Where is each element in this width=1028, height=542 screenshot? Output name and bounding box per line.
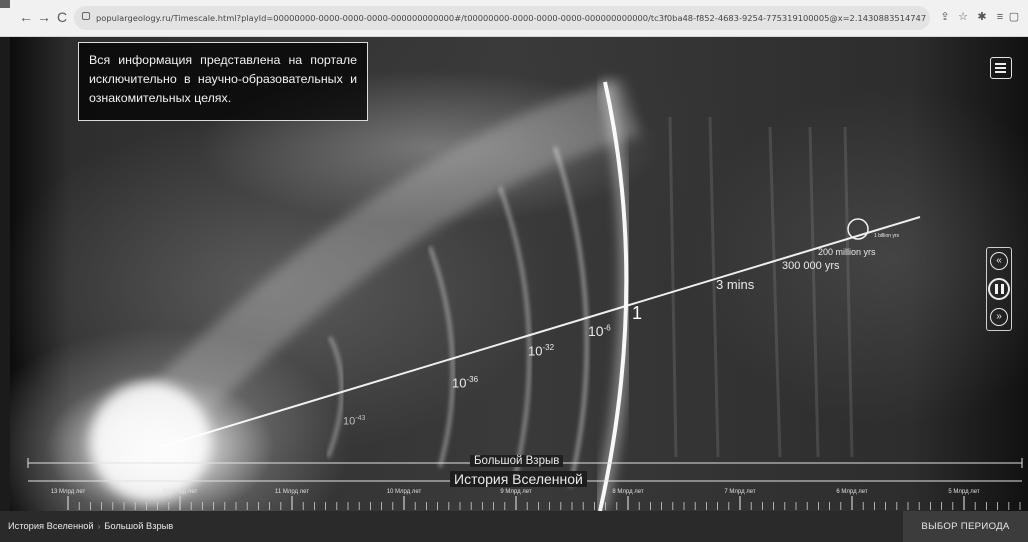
ruler-tick-label: 5 Млрд лет <box>948 489 980 495</box>
label-1-billion-yrs: 1 billion yrs <box>874 233 900 239</box>
label-1e-43: 10-43 <box>343 415 366 428</box>
label-300000-yrs: 300 000 yrs <box>782 260 840 272</box>
ruler-tick-label: 7 Млрд лет <box>724 489 756 495</box>
lock-icon[interactable] <box>82 12 90 20</box>
ruler-tick-label: 12 Млрд лет <box>162 489 198 495</box>
label-1e-36: 10-36 <box>452 375 479 391</box>
label-1e-6: 10-6 <box>588 323 611 339</box>
ruler-tick-label: 10 Млрд лет <box>386 489 422 495</box>
ruler-tick-label: 6 Млрд лет <box>836 489 868 495</box>
time-ruler[interactable]: 13 Млрд лет 12 Млрд лет 11 Млрд лет 10 Млрд… <box>10 484 1028 511</box>
extensions-icon[interactable]: ✱ <box>975 10 989 24</box>
pause-icon[interactable] <box>988 278 1010 300</box>
label-1-second: 1 <box>632 303 643 323</box>
url-text[interactable]: populargeology.ru/Timescale.html?playId=… <box>96 6 926 30</box>
star-icon[interactable]: ☆ <box>956 10 970 24</box>
label-1e-32: 10-32 <box>528 343 555 359</box>
ruler-tick-label: 9 Млрд лет <box>500 489 532 495</box>
nebula-streak <box>108 78 640 469</box>
window-grip <box>0 0 10 8</box>
reload-icon[interactable]: C <box>54 9 70 25</box>
share-icon[interactable]: ⇪ <box>938 10 952 24</box>
breadcrumb: История Вселенной › Большой Взрыв <box>8 511 173 542</box>
label-200-million-yrs: 200 million yrs <box>818 247 876 257</box>
ruler-tick-label: 13 Млрд лет <box>50 489 86 495</box>
label-3-mins: 3 mins <box>716 277 755 292</box>
ruler-tick-label: 11 Млрд лет <box>274 489 310 495</box>
universe-timeline-scene[interactable]: 10-43 10-36 10-32 10-6 1 3 mins 300 000 … <box>10 37 1028 511</box>
forward-icon[interactable]: → <box>36 9 52 25</box>
sidebar-icon[interactable]: ▢ <box>1007 10 1021 24</box>
ruler-tick-label: 8 Млрд лет <box>612 489 644 495</box>
rewind-icon[interactable]: « <box>990 252 1008 270</box>
breadcrumb-current: Большой Взрыв <box>104 521 174 531</box>
back-icon[interactable]: ← <box>18 9 34 25</box>
browser-toolbar: ← → C populargeology.ru/Timescale.html?p… <box>0 0 1028 37</box>
menu-icon[interactable] <box>990 57 1012 79</box>
breadcrumb-root[interactable]: История Вселенной <box>8 521 94 531</box>
select-period-button[interactable]: ВЫБОР ПЕРИОДА <box>903 511 1028 542</box>
fast-forward-icon[interactable]: » <box>990 308 1008 326</box>
bottom-bar: История Вселенной › Большой Взрыв ВЫБОР ПЕ… <box>0 511 1028 542</box>
reading-list-icon[interactable]: ≡ <box>993 10 1007 24</box>
disclaimer-text: Вся информация представлена на портале и… <box>89 53 357 105</box>
disclaimer-notice: Вся информация представлена на портале и… <box>78 42 368 121</box>
address-bar[interactable]: populargeology.ru/Timescale.html?playId=… <box>74 6 930 30</box>
playback-controls: « » <box>986 247 1012 331</box>
big-bang-period-label[interactable]: Большой Взрыв <box>470 455 564 467</box>
breadcrumb-separator: › <box>97 522 101 531</box>
background-haze <box>668 116 854 458</box>
